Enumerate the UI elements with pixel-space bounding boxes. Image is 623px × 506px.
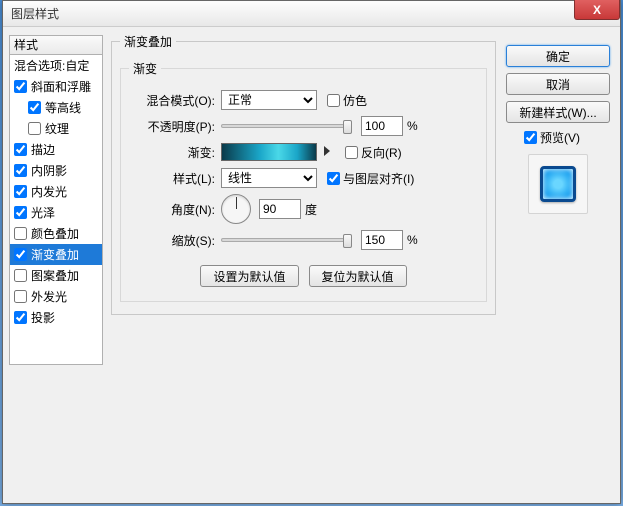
- style-item-label: 外发光: [31, 288, 67, 305]
- style-item-label: 描边: [31, 141, 55, 158]
- gradient-label: 渐变:: [129, 144, 215, 161]
- opacity-input[interactable]: [361, 116, 403, 136]
- style-item-checkbox[interactable]: [28, 101, 41, 114]
- dither-label: 仿色: [343, 92, 367, 109]
- preview-thumb: [540, 166, 576, 202]
- close-icon: X: [593, 3, 601, 17]
- preview-box: [528, 154, 588, 214]
- gradient-row: 渐变: 反向(R): [129, 139, 478, 165]
- style-item-0[interactable]: 斜面和浮雕: [10, 76, 102, 97]
- style-item-1[interactable]: 等高线: [10, 97, 102, 118]
- dither-checkbox[interactable]: [327, 94, 340, 107]
- style-row: 样式(L): 线性 与图层对齐(I): [129, 165, 478, 191]
- style-item-checkbox[interactable]: [14, 248, 27, 261]
- preview-checkbox[interactable]: [524, 131, 537, 144]
- blend-mode-row: 混合模式(O): 正常 仿色: [129, 87, 478, 113]
- titlebar: 图层样式 X: [3, 1, 620, 27]
- style-item-label: 光泽: [31, 204, 55, 221]
- style-item-checkbox[interactable]: [28, 122, 41, 135]
- align-checkbox[interactable]: [327, 172, 340, 185]
- blend-options-label: 混合选项:自定: [14, 57, 89, 74]
- scale-input[interactable]: [361, 230, 403, 250]
- angle-row: 角度(N): 度: [129, 191, 478, 227]
- set-default-button[interactable]: 设置为默认值: [200, 265, 298, 287]
- style-item-checkbox[interactable]: [14, 227, 27, 240]
- style-select[interactable]: 线性: [221, 168, 317, 188]
- style-item-7[interactable]: 颜色叠加: [10, 223, 102, 244]
- style-item-checkbox[interactable]: [14, 164, 27, 177]
- blend-options-item[interactable]: 混合选项:自定: [10, 55, 102, 76]
- scale-thumb[interactable]: [343, 234, 352, 248]
- angle-unit: 度: [305, 201, 317, 218]
- styles-header: 样式: [9, 35, 103, 55]
- scale-slider[interactable]: [221, 238, 351, 242]
- style-item-label: 斜面和浮雕: [31, 78, 91, 95]
- angle-input[interactable]: [259, 199, 301, 219]
- style-label: 样式(L):: [129, 170, 215, 187]
- style-item-10[interactable]: 外发光: [10, 286, 102, 307]
- style-item-label: 内阴影: [31, 162, 67, 179]
- new-style-button[interactable]: 新建样式(W)...: [506, 101, 610, 123]
- styles-panel: 样式 混合选项:自定 斜面和浮雕等高线纹理描边内阴影内发光光泽颜色叠加渐变叠加图…: [3, 27, 109, 505]
- style-item-6[interactable]: 光泽: [10, 202, 102, 223]
- style-item-label: 渐变叠加: [31, 246, 79, 263]
- style-item-2[interactable]: 纹理: [10, 118, 102, 139]
- blend-mode-select[interactable]: 正常: [221, 90, 317, 110]
- style-item-checkbox[interactable]: [14, 80, 27, 93]
- reverse-label: 反向(R): [361, 144, 402, 161]
- scale-label: 缩放(S):: [129, 232, 215, 249]
- style-item-label: 纹理: [45, 120, 69, 137]
- gradient-group: 渐变 混合模式(O): 正常 仿色 不透明度(P):: [120, 60, 487, 302]
- reset-default-button[interactable]: 复位为默认值: [309, 265, 407, 287]
- action-panel: 确定 取消 新建样式(W)... 预览(V): [500, 27, 620, 505]
- align-check[interactable]: 与图层对齐(I): [327, 170, 414, 187]
- align-label: 与图层对齐(I): [343, 170, 414, 187]
- opacity-label: 不透明度(P):: [129, 118, 215, 135]
- opacity-slider[interactable]: [221, 124, 351, 128]
- style-item-checkbox[interactable]: [14, 185, 27, 198]
- style-item-label: 投影: [31, 309, 55, 326]
- ok-button[interactable]: 确定: [506, 45, 610, 67]
- default-buttons-row: 设置为默认值 复位为默认值: [129, 265, 478, 287]
- group-legend: 渐变叠加: [120, 33, 176, 50]
- close-button[interactable]: X: [574, 0, 620, 20]
- style-item-checkbox[interactable]: [14, 290, 27, 303]
- dither-check[interactable]: 仿色: [327, 92, 367, 109]
- gradient-overlay-group: 渐变叠加 渐变 混合模式(O): 正常 仿色 不透明度: [111, 33, 496, 315]
- style-item-checkbox[interactable]: [14, 311, 27, 324]
- preview-check[interactable]: 预览(V): [524, 129, 610, 146]
- blend-mode-label: 混合模式(O):: [129, 92, 215, 109]
- style-item-checkbox[interactable]: [14, 269, 27, 282]
- style-item-3[interactable]: 描边: [10, 139, 102, 160]
- angle-label: 角度(N):: [129, 201, 215, 218]
- dialog-body: 样式 混合选项:自定 斜面和浮雕等高线纹理描边内阴影内发光光泽颜色叠加渐变叠加图…: [3, 27, 620, 505]
- styles-list: 混合选项:自定 斜面和浮雕等高线纹理描边内阴影内发光光泽颜色叠加渐变叠加图案叠加…: [9, 55, 103, 365]
- style-item-label: 图案叠加: [31, 267, 79, 284]
- style-item-11[interactable]: 投影: [10, 307, 102, 328]
- cancel-button[interactable]: 取消: [506, 73, 610, 95]
- dialog-title: 图层样式: [11, 5, 59, 22]
- reverse-check[interactable]: 反向(R): [345, 144, 402, 161]
- gradient-picker[interactable]: [221, 143, 317, 161]
- angle-dial[interactable]: [221, 194, 251, 224]
- style-item-label: 颜色叠加: [31, 225, 79, 242]
- opacity-thumb[interactable]: [343, 120, 352, 134]
- style-item-5[interactable]: 内发光: [10, 181, 102, 202]
- opacity-unit: %: [407, 119, 418, 133]
- scale-row: 缩放(S): %: [129, 227, 478, 253]
- style-item-checkbox[interactable]: [14, 206, 27, 219]
- style-item-label: 内发光: [31, 183, 67, 200]
- style-item-8[interactable]: 渐变叠加: [10, 244, 102, 265]
- style-item-checkbox[interactable]: [14, 143, 27, 156]
- reverse-checkbox[interactable]: [345, 146, 358, 159]
- inner-legend: 渐变: [129, 60, 161, 77]
- settings-panel: 渐变叠加 渐变 混合模式(O): 正常 仿色 不透明度: [109, 27, 500, 505]
- style-item-label: 等高线: [45, 99, 81, 116]
- scale-unit: %: [407, 233, 418, 247]
- preview-label: 预览(V): [540, 129, 580, 146]
- style-item-4[interactable]: 内阴影: [10, 160, 102, 181]
- layer-style-dialog: 图层样式 X 样式 混合选项:自定 斜面和浮雕等高线纹理描边内阴影内发光光泽颜色…: [2, 0, 621, 504]
- opacity-row: 不透明度(P): %: [129, 113, 478, 139]
- style-item-9[interactable]: 图案叠加: [10, 265, 102, 286]
